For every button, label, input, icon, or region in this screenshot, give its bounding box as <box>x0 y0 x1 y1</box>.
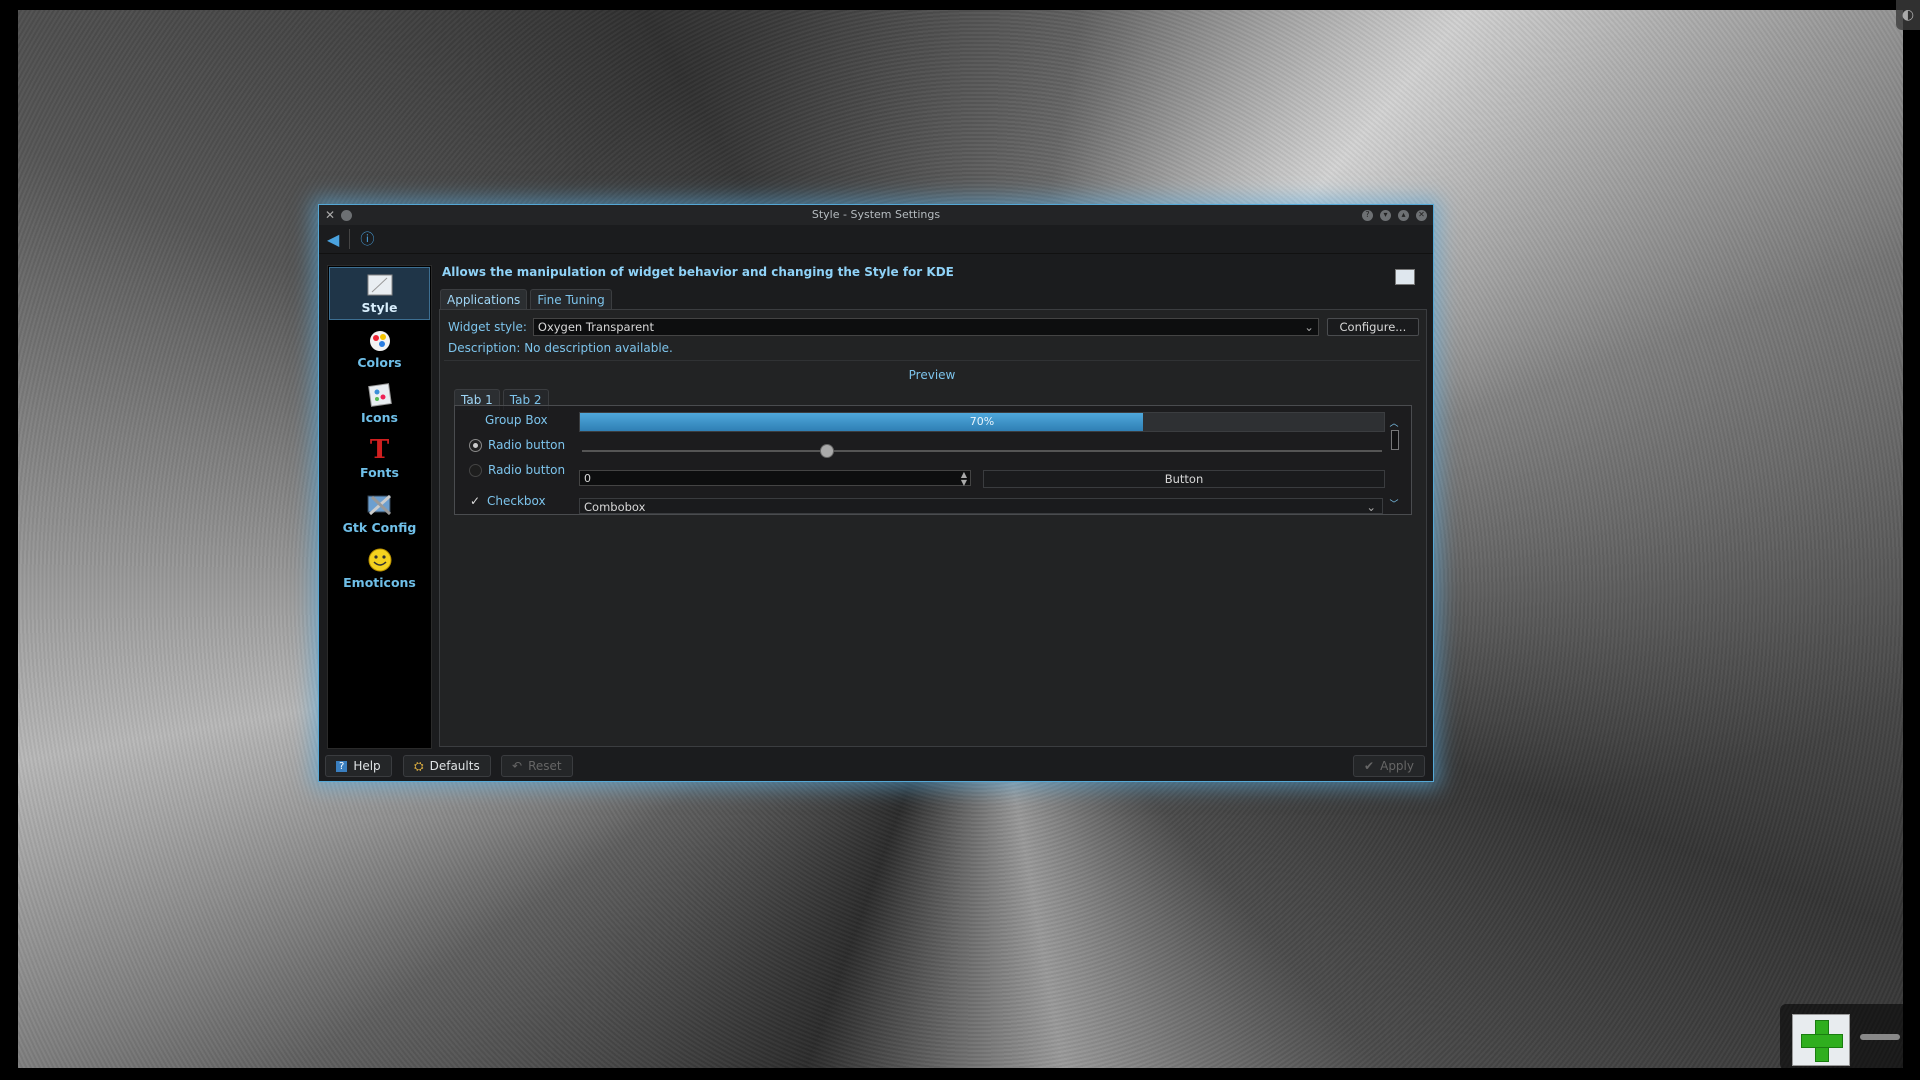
apply-button[interactable]: ✔ Apply <box>1353 755 1425 777</box>
desktop-toolbox-button[interactable]: ◐ <box>1896 0 1920 30</box>
window-titlebar[interactable]: ✕ Style - System Settings ? ▾ ▴ ✕ <box>319 205 1433 225</box>
progress-text: 70% <box>969 415 995 428</box>
style-icon <box>365 272 395 298</box>
module-heading: Allows the manipulation of widget behavi… <box>442 265 954 279</box>
panel-toolbox-handle[interactable] <box>1860 1034 1900 1040</box>
checkbox-label: Checkbox <box>487 494 546 508</box>
sidebar-item-label: Fonts <box>360 465 399 480</box>
preview-combobox[interactable]: Combobox ⌄ <box>579 498 1383 514</box>
checkbox[interactable]: ✓ <box>469 494 481 508</box>
apply-button-label: Apply <box>1380 759 1414 773</box>
widget-style-label: Widget style: <box>448 320 527 334</box>
style-icon <box>1395 269 1415 285</box>
widget-style-value: Oxygen Transparent <box>537 320 654 334</box>
sidebar-item-gtk-config[interactable]: Gtk Config <box>328 486 431 541</box>
scrollbar-thumb[interactable] <box>1391 430 1399 450</box>
reset-button[interactable]: ↶ Reset <box>501 755 573 777</box>
tab-applications[interactable]: Applications <box>440 289 528 310</box>
scroll-down-icon[interactable]: ﹀ <box>1389 497 1399 510</box>
chevron-down-icon: ⌄ <box>1366 500 1376 514</box>
reset-icon: ↶ <box>512 759 523 773</box>
defaults-icon: ⛭ <box>414 758 424 773</box>
radio-button-2[interactable] <box>469 463 482 477</box>
window-menu-icon[interactable]: ✕ <box>325 205 335 225</box>
radio-button-2-label: Radio button <box>488 463 566 477</box>
preview-frame: Preview Tab 1 Tab 2 Group Box Radio butt… <box>444 360 1420 737</box>
combobox-value: Combobox <box>584 500 646 514</box>
spin-arrows-icon[interactable]: ▲ ▼ <box>961 471 967 487</box>
preview-scrollbar[interactable]: ︿ ﹀ <box>1389 416 1399 510</box>
icons-icon <box>365 382 395 408</box>
window-title: Style - System Settings <box>811 208 941 221</box>
progress-bar: 70% <box>579 412 1385 432</box>
applications-panel: Widget style: Oxygen Transparent ⌄ Confi… <box>439 309 1427 747</box>
widget-style-row: Widget style: Oxygen Transparent ⌄ Confi… <box>448 318 1419 336</box>
sidebar-item-label: Style <box>361 300 398 315</box>
chevron-down-icon: ⌄ <box>1304 320 1314 334</box>
back-arrow-icon[interactable]: ◀ <box>327 230 339 249</box>
fonts-icon: T <box>369 435 390 465</box>
defaults-button-label: Defaults <box>429 759 480 773</box>
sidebar-item-label: Gtk Config <box>342 520 417 535</box>
sidebar-item-fonts[interactable]: T Fonts <box>328 431 431 486</box>
minimize-button[interactable]: ▾ <box>1380 209 1391 221</box>
radio-button-1-label: Radio button <box>488 438 566 452</box>
defaults-button[interactable]: ⛭ Defaults <box>403 755 491 777</box>
radio-row-1: Radio button <box>455 436 1411 456</box>
widget-style-combobox[interactable]: Oxygen Transparent ⌄ <box>532 318 1319 336</box>
scroll-up-icon[interactable]: ︿ <box>1389 416 1399 429</box>
plus-icon <box>1801 1020 1843 1062</box>
help-window-button[interactable]: ? <box>1362 209 1373 221</box>
help-menu-icon[interactable]: ⓘ <box>360 229 374 249</box>
group-box-label: Group Box <box>485 413 548 427</box>
spinbox[interactable]: 0 ▲ ▼ <box>579 470 971 487</box>
help-icon: ? <box>336 760 348 772</box>
preview-button[interactable]: Button <box>983 470 1385 488</box>
add-widget-button[interactable] <box>1792 1014 1850 1066</box>
module-tabs: Applications Fine Tuning <box>440 289 612 310</box>
plasma-panel <box>1780 1004 1910 1070</box>
sidebar-item-style[interactable]: Style <box>329 267 430 320</box>
sidebar-item-label: Colors <box>357 355 402 370</box>
sidebar-item-colors[interactable]: Colors <box>328 321 431 376</box>
preview-panel: Group Box Radio button Radio button ✓ Ch… <box>454 405 1412 515</box>
module-content: Allows the manipulation of widget behavi… <box>439 253 1427 749</box>
sidebar: Style Colors Icons T Fonts Gtk Config Em… <box>327 265 432 749</box>
spinbox-value: 0 <box>584 472 591 485</box>
gtk-config-icon <box>365 492 395 518</box>
slider-handle[interactable] <box>820 444 834 458</box>
style-description: Description: No description available. <box>448 341 673 355</box>
checkmark-icon: ✔ <box>1364 759 1375 773</box>
sidebar-item-icons[interactable]: Icons <box>328 376 431 431</box>
maximize-button[interactable]: ▴ <box>1398 209 1409 221</box>
preview-title: Preview <box>908 368 956 382</box>
sidebar-item-label: Icons <box>361 410 398 425</box>
reset-button-label: Reset <box>528 759 562 773</box>
slider-track[interactable] <box>582 450 1382 452</box>
tab-fine-tuning[interactable]: Fine Tuning <box>530 289 612 310</box>
pin-icon[interactable] <box>341 209 353 221</box>
emoticons-icon <box>365 547 395 573</box>
system-settings-window: ✕ Style - System Settings ? ▾ ▴ ✕ ◀ ⓘ St… <box>318 204 1434 782</box>
help-button-label: Help <box>353 759 381 773</box>
radio-button-1[interactable] <box>469 438 482 452</box>
colors-icon <box>365 327 395 353</box>
sidebar-item-label: Emoticons <box>343 575 416 590</box>
configure-button[interactable]: Configure... <box>1326 318 1419 336</box>
toolbar-separator <box>349 229 351 249</box>
bottom-button-bar: ? Help ⛭ Defaults ↶ Reset ✔ Apply <box>325 755 1425 777</box>
close-button[interactable]: ✕ <box>1416 209 1427 221</box>
toolbar: ◀ ⓘ <box>319 225 1433 254</box>
help-button[interactable]: ? Help <box>325 755 392 777</box>
sidebar-item-emoticons[interactable]: Emoticons <box>328 541 431 596</box>
